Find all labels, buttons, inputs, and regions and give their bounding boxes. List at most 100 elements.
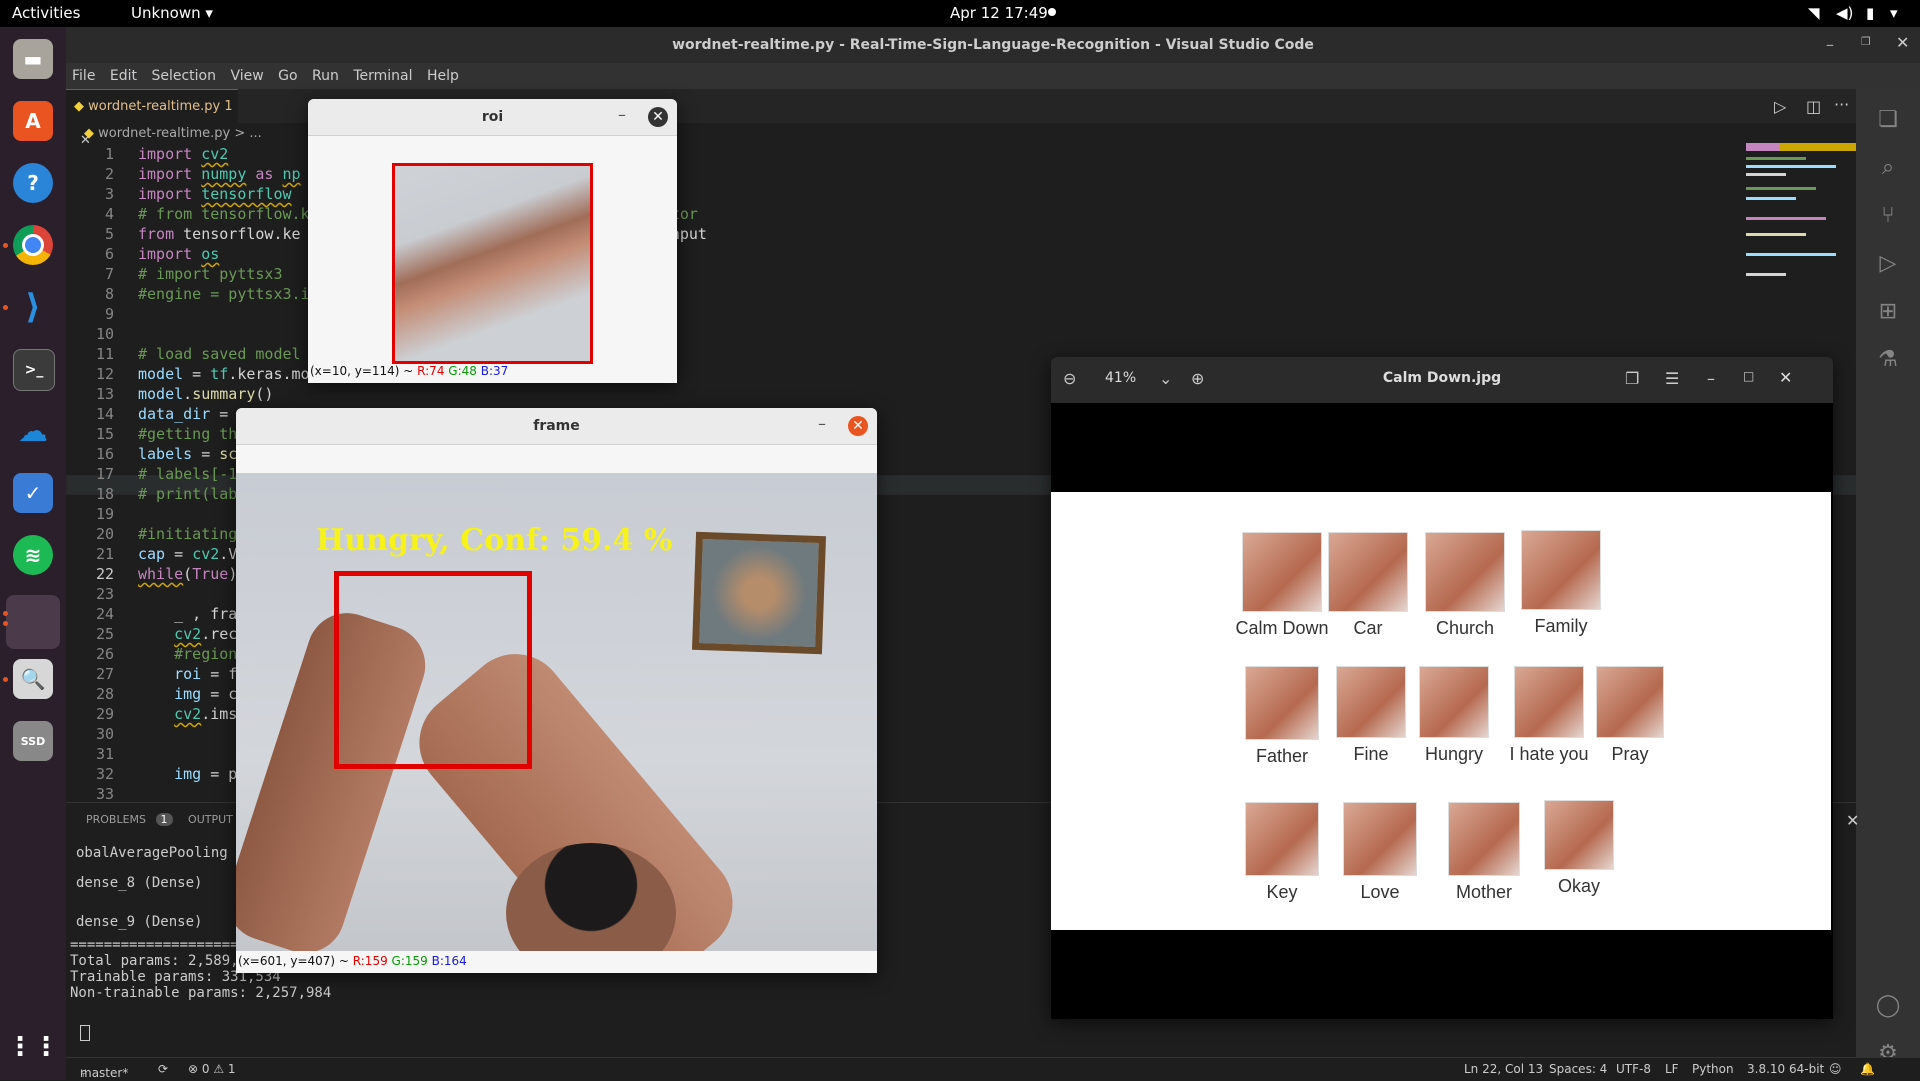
terminal-icon[interactable]: >_ <box>13 349 55 391</box>
pixel-green: G:48 <box>448 364 477 378</box>
indentation[interactable]: Spaces: 4 <box>1549 1062 1607 1076</box>
problems-count-badge: 1 <box>155 813 173 826</box>
menu-view[interactable]: View <box>230 63 263 89</box>
feedback-icon[interactable]: ☺ <box>1829 1062 1842 1076</box>
sign-photo <box>1336 666 1406 738</box>
menu-run[interactable]: Run <box>312 63 339 89</box>
run-debug-icon[interactable]: ▷ <box>1874 251 1902 279</box>
close-icon[interactable]: ✕ <box>848 416 868 436</box>
sign-label: Father <box>1255 746 1309 766</box>
app-menu-label: Unknown <box>131 4 201 22</box>
wifi-icon[interactable]: ◥ <box>1808 4 1820 22</box>
sign-label: Church <box>1435 618 1495 638</box>
more-actions-icon[interactable]: ··· <box>1834 95 1849 114</box>
menu-help[interactable]: Help <box>427 63 459 89</box>
minimize-icon[interactable]: – <box>1826 35 1834 54</box>
notifications-icon[interactable]: 🔔 <box>1860 1062 1875 1076</box>
close-panel-icon[interactable]: ✕ <box>1846 811 1859 830</box>
testing-icon[interactable]: ⚗ <box>1874 347 1902 375</box>
chevron-down-icon: ▾ <box>205 4 213 22</box>
sign-key: Key <box>1241 802 1323 903</box>
maximize-icon[interactable]: □ <box>1743 369 1754 383</box>
files-icon[interactable]: ▬ <box>13 39 53 79</box>
sign-photo <box>1343 802 1417 876</box>
pixel-coords: (x=10, y=114) ~ <box>310 364 418 378</box>
wall-painting <box>691 531 827 655</box>
menu-edit[interactable]: Edit <box>110 63 137 89</box>
close-icon[interactable]: ✕ <box>1896 33 1909 52</box>
battery-icon[interactable]: ▮ <box>1866 4 1874 22</box>
tab-output[interactable]: OUTPUT <box>188 813 233 826</box>
restore-icon[interactable]: ❐ <box>1861 35 1871 48</box>
sync-icon[interactable]: ⟳ <box>158 1062 168 1076</box>
pixel-red: R:159 <box>352 954 388 968</box>
line-ending[interactable]: LF <box>1665 1062 1679 1076</box>
pixel-red: R:74 <box>417 364 445 378</box>
tab-wordnet-realtime[interactable]: ◆ wordnet-realtime.py 1 ✕ <box>66 89 238 148</box>
roi-window: roi – ✕ (x=10, y=114) ~ R:74 G:48 B:37 <box>308 99 677 383</box>
encoding[interactable]: UTF-8 <box>1616 1062 1651 1076</box>
python-file-icon: ◆ <box>84 126 94 141</box>
help-icon[interactable]: ? <box>13 163 53 203</box>
menu-terminal[interactable]: Terminal <box>353 63 412 89</box>
roi-box <box>334 571 532 769</box>
explorer-icon[interactable]: ❏ <box>1874 107 1902 135</box>
menu-file[interactable]: File <box>72 63 95 89</box>
menu-go[interactable]: Go <box>278 63 297 89</box>
pixel-blue: B:164 <box>431 954 467 968</box>
system-menu-icon[interactable]: ▾ <box>1890 4 1898 22</box>
running-indicator <box>3 677 8 682</box>
minimize-icon[interactable]: – <box>818 414 826 433</box>
sign-church: Church <box>1421 532 1509 639</box>
chrome-icon[interactable] <box>13 225 53 265</box>
running-indicator <box>3 305 8 310</box>
python-file-icon: ◆ <box>74 99 84 114</box>
run-file-icon[interactable]: ▷ <box>1774 97 1786 116</box>
sign-photo <box>1242 532 1322 612</box>
cursor-position[interactable]: Ln 22, Col 13 <box>1464 1062 1543 1076</box>
fullscreen-icon[interactable]: ❐ <box>1625 369 1639 388</box>
activity-bar: ❏ ⌕ ⑂ ▷ ⊞ ⚗ ◯ ⚙ <box>1856 89 1920 1066</box>
spotify-icon[interactable]: ≋ <box>13 535 53 575</box>
image-viewer-icon[interactable]: 🔍 <box>13 659 53 699</box>
minimap[interactable] <box>1746 143 1856 303</box>
onedrive-icon[interactable]: ☁ <box>13 411 53 451</box>
sign-photo <box>1328 532 1408 612</box>
menu-selection[interactable]: Selection <box>151 63 216 89</box>
split-editor-icon[interactable]: ◫ <box>1806 97 1821 116</box>
clock[interactable]: Apr 12 17:49 <box>950 4 1048 22</box>
vscode-icon[interactable]: ⟩ <box>13 287 53 327</box>
close-icon[interactable]: ✕ <box>1779 368 1792 387</box>
ssd-drive-icon[interactable]: SSD <box>13 721 53 761</box>
viewer-header: ⊖ 41% ⌄ ⊕ Calm Down.jpg ❐ ☰ – □ ✕ <box>1051 357 1833 403</box>
software-center-icon[interactable]: A <box>13 101 53 141</box>
menu-icon[interactable]: ☰ <box>1665 369 1679 388</box>
minimize-icon[interactable]: – <box>1707 369 1715 388</box>
roi-status-bar: (x=10, y=114) ~ R:74 G:48 B:37 <box>310 364 509 378</box>
sign-photo <box>1448 802 1520 876</box>
search-icon[interactable]: ⌕ <box>1874 155 1902 183</box>
language-mode[interactable]: Python <box>1692 1062 1734 1076</box>
sign-photo <box>1245 802 1319 876</box>
minimize-icon[interactable]: – <box>618 105 626 124</box>
show-apps-icon[interactable]: ⋮⋮ <box>7 1027 59 1067</box>
account-icon[interactable]: ◯ <box>1874 993 1902 1021</box>
tab-problems[interactable]: PROBLEMS <box>86 813 146 826</box>
breadcrumb-text: wordnet-realtime.py > ... <box>98 126 262 141</box>
app-menu[interactable]: Unknown ▾ <box>131 4 213 22</box>
extensions-icon[interactable]: ⊞ <box>1874 299 1902 327</box>
close-icon[interactable]: ✕ <box>648 107 668 127</box>
image-viewer-window: ⊖ 41% ⌄ ⊕ Calm Down.jpg ❐ ☰ – □ ✕ Calm D… <box>1051 357 1833 1019</box>
sign-photo <box>1419 666 1489 738</box>
problems-status[interactable]: ⊗ 0 ⚠ 1 <box>188 1062 236 1076</box>
sign-label: Key <box>1266 882 1298 902</box>
terminal-line: obalAveragePooling <box>76 845 228 861</box>
tab-label: wordnet-realtime.py <box>88 99 221 114</box>
activities-button[interactable]: Activities <box>12 4 80 22</box>
todo-icon[interactable]: ✓ <box>13 473 53 513</box>
source-control-icon[interactable]: ⑂ <box>1874 203 1902 231</box>
cv-window-icon[interactable] <box>6 595 60 649</box>
python-interpreter[interactable]: 3.8.10 64-bit <box>1747 1062 1824 1076</box>
volume-icon[interactable]: ◀) <box>1836 4 1853 22</box>
running-indicator <box>3 611 8 616</box>
